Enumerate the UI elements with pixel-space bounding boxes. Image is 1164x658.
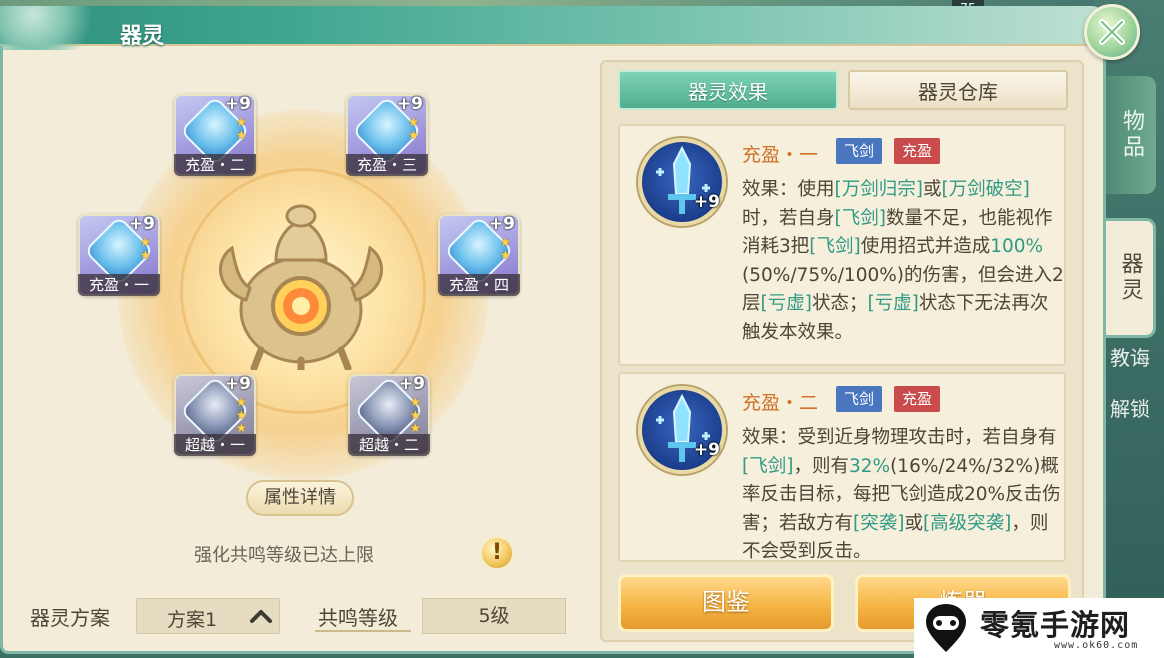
watermark-text: 零氪手游网	[980, 608, 1131, 642]
resonance-level-value: 5级	[422, 598, 566, 634]
page-title: 器灵	[120, 24, 165, 49]
site-watermark: 零氪手游网 www.ok60.com	[914, 598, 1164, 658]
scheme-dropdown[interactable]: 方案1	[136, 598, 280, 634]
slot-label: 充盈・四	[438, 274, 520, 296]
card-title: 充盈・一	[742, 144, 819, 166]
desc-keyword: [飞剑]	[742, 455, 794, 477]
effect-card: +9 充盈・一 飞剑 充盈 效果：使用[万剑归宗]或[万剑破空]时，若自身[飞剑…	[618, 124, 1066, 366]
card-description: 效果：受到近身物理攻击时，若自身有[飞剑]，则有32%(16%/24%/32%)…	[742, 424, 1064, 560]
tab-spirit-storage[interactable]: 器灵仓库	[848, 70, 1068, 110]
star-icon: ★ ★ ★	[236, 395, 247, 435]
close-icon	[1099, 19, 1125, 45]
title-cloud-ornament	[0, 6, 110, 50]
cauldron-icon	[219, 204, 383, 370]
star-icon: ★ ★	[236, 115, 247, 142]
tag-badge: 充盈	[894, 138, 941, 164]
desc-keyword: [飞剑]	[809, 236, 861, 257]
spirit-slot-chongying-2[interactable]: +9 ★ ★ 充盈・二	[174, 94, 256, 176]
codex-button[interactable]: 图鉴	[618, 574, 834, 632]
desc-keyword: [高级突袭]	[922, 512, 1012, 534]
desc-keyword: [亏虚]	[760, 293, 812, 314]
card-plus-level: +9	[693, 192, 720, 212]
desc-text: 效果：使用	[742, 179, 835, 200]
spirit-slot-chongying-1[interactable]: +9 ★ ★ 充盈・一	[78, 214, 160, 296]
resonance-limit-text: 强化共鸣等级已达上限	[194, 545, 374, 566]
star-icon: ★ ★	[408, 115, 419, 142]
tag-badge: 充盈	[894, 386, 941, 412]
desc-keyword: 32%	[848, 455, 891, 477]
tab-spirit-effect[interactable]: 器灵效果	[618, 70, 838, 110]
card-description: 效果：使用[万剑归宗]或[万剑破空]时，若自身[飞剑]数量不足，也能视作消耗3把…	[742, 176, 1064, 347]
slot-plus-level: +9	[488, 214, 515, 234]
desc-keyword: [万剑归宗]	[834, 179, 923, 200]
desc-keyword: [亏虚]	[867, 293, 919, 314]
desc-text: 时，若自身	[742, 207, 835, 229]
gamepad-pin-logo	[926, 604, 966, 652]
scheme-value: 方案1	[167, 609, 218, 631]
slot-plus-level: +9	[224, 374, 251, 394]
card-title: 充盈・二	[742, 392, 819, 414]
exclamation-icon[interactable]: !	[480, 536, 514, 570]
slot-label: 充盈・一	[78, 274, 160, 296]
slot-label: 超越・二	[348, 434, 430, 456]
slot-plus-level: +9	[128, 214, 155, 234]
resonance-underline	[315, 630, 411, 632]
resonance-label: 共鸣等级	[318, 606, 398, 630]
close-button[interactable]	[1084, 4, 1140, 60]
chevron-up-icon	[250, 610, 272, 623]
attribute-details-button[interactable]: 属性详情	[246, 480, 354, 516]
watermark-url: www.ok60.com	[1054, 640, 1139, 651]
desc-keyword: [万剑破空]	[941, 179, 1030, 200]
slot-plus-level: +9	[398, 374, 425, 394]
title-bar: 器灵	[0, 6, 1106, 50]
desc-text: ，则有	[793, 455, 849, 477]
desc-text: 状态；	[811, 293, 868, 314]
side-label-jiaohui: 教诲	[1110, 346, 1150, 370]
spirit-slot-chaoyue-1[interactable]: +9 ★ ★ ★ 超越・一	[174, 374, 256, 456]
star-icon: ★ ★ ★	[410, 395, 421, 435]
card-plus-level: +9	[693, 440, 720, 460]
spirit-slot-chaoyue-2[interactable]: +9 ★ ★ ★ 超越・二	[348, 374, 430, 456]
desc-text: 或	[922, 179, 942, 200]
desc-keyword: 100%	[990, 236, 1044, 257]
side-tab-items[interactable]: 物品	[1106, 76, 1156, 194]
desc-keyword: [飞剑]	[834, 207, 886, 229]
desc-text: 使用招式并造成	[860, 236, 991, 257]
tag-badge: 飞剑	[836, 386, 883, 412]
desc-text: 或	[904, 512, 923, 534]
flying-sword-icon: +9	[638, 138, 726, 226]
slot-plus-level: +9	[396, 94, 423, 114]
tag-badge: 飞剑	[836, 138, 883, 164]
spirit-slot-chongying-4[interactable]: +9 ★ ★ 充盈・四	[438, 214, 520, 296]
desc-keyword: [突袭]	[853, 512, 905, 534]
flying-sword-icon: +9	[638, 386, 726, 474]
slot-plus-level: +9	[224, 94, 251, 114]
star-icon: ★ ★	[140, 235, 151, 262]
slot-label: 充盈・三	[346, 154, 428, 176]
effect-card: +9 充盈・二 飞剑 充盈 效果：受到近身物理攻击时，若自身有 [飞剑]，则有32…	[618, 372, 1066, 562]
scheme-label: 器灵方案	[30, 606, 110, 630]
slot-label: 充盈・二	[174, 154, 256, 176]
slot-label: 超越・一	[174, 434, 256, 456]
spirit-slot-chongying-3[interactable]: +9 ★ ★ 充盈・三	[346, 94, 428, 176]
side-label-unlock: 解锁	[1110, 397, 1150, 421]
side-tab-qiling[interactable]: 器灵	[1106, 218, 1156, 338]
star-icon: ★ ★	[500, 235, 511, 262]
desc-text: 效果：受到近身物理攻击时，若自身有	[742, 427, 1057, 448]
